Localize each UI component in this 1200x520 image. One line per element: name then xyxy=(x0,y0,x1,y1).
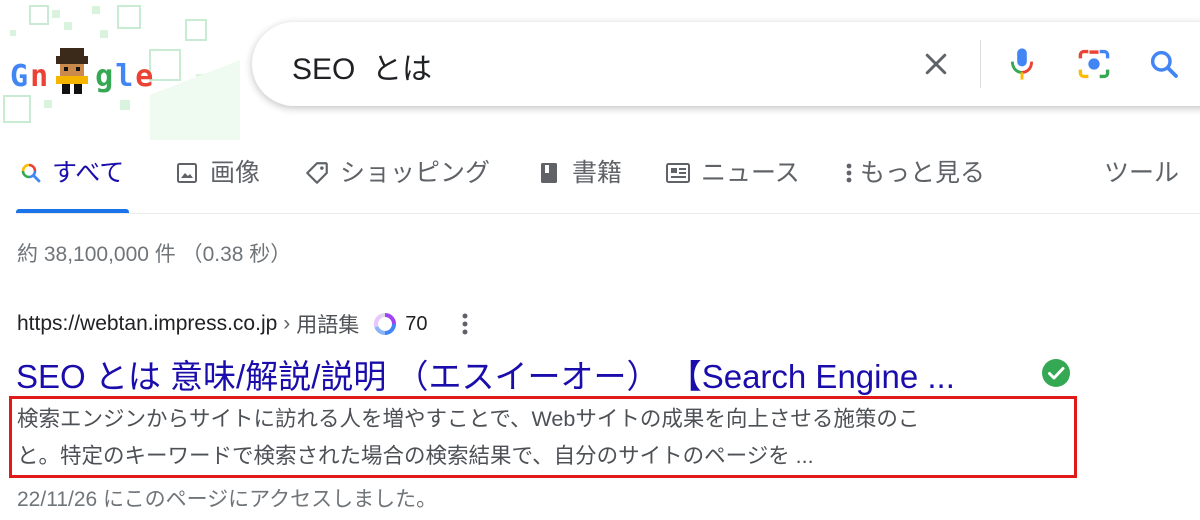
doodle-character-icon xyxy=(56,48,89,94)
google-lens-icon[interactable] xyxy=(1076,46,1112,82)
tab-label: ニュース xyxy=(701,159,800,187)
tab-label: すべて xyxy=(52,159,125,187)
tab-more[interactable]: もっと見る xyxy=(842,150,985,214)
result-cite[interactable]: https://webtan.impress.co.jp › 用語集 70 xyxy=(17,309,474,339)
tab-label: ツール xyxy=(1104,159,1180,187)
logo-letter-g2: g xyxy=(95,59,115,94)
tab-label: ショッピング xyxy=(340,159,491,187)
logo-letter-l: l xyxy=(115,59,135,94)
tab-tools[interactable]: ツール xyxy=(1104,150,1179,214)
logo-letter-g: G xyxy=(10,59,30,94)
snippet-line: と。特定のキーワードで検索された場合の検索結果で、自分のサイトのページを ... xyxy=(17,444,814,468)
search-icon[interactable] xyxy=(1146,46,1182,82)
news-icon xyxy=(663,158,693,188)
visited-date: 22/11/26 にこのページにアクセスしました。 xyxy=(17,488,438,511)
doodle-wordmark: G n g l e xyxy=(10,48,154,94)
search-tabs: すべて 画像 ショッピング 書籍 ニュース もっと見る ツール xyxy=(0,150,1200,214)
result-title-link[interactable]: SEO とは 意味/解説/説明 （エスイーオー） 【Search Engine … xyxy=(16,350,955,398)
search-box[interactable]: SEO とは xyxy=(252,22,1200,106)
result-snippet: 検索エンジンからサイトに訪れる人を増やすことで、Webサイトの成果を向上させる施… xyxy=(17,401,1077,475)
google-doodle-logo[interactable]: G n g l e xyxy=(0,0,240,140)
verified-check-icon xyxy=(1042,359,1070,387)
tab-images[interactable]: 画像 xyxy=(172,150,260,214)
header: G n g l e SEO とは xyxy=(0,0,1200,140)
more-options-icon[interactable] xyxy=(456,310,474,338)
image-icon xyxy=(172,158,202,188)
more-vert-icon xyxy=(842,158,856,188)
tab-label: 書籍 xyxy=(572,159,623,187)
result-stats: 約 38,100,000 件 （0.38 秒） xyxy=(17,243,292,266)
logo-letter-e: e xyxy=(135,59,155,94)
tab-news[interactable]: ニュース xyxy=(663,150,800,214)
book-icon xyxy=(534,158,564,188)
logo-letter-n: n xyxy=(30,59,50,94)
breadcrumb: 用語集 xyxy=(296,314,360,337)
search-input[interactable]: SEO とは xyxy=(292,44,432,88)
tab-all[interactable]: すべて xyxy=(16,150,124,214)
breadcrumb-separator: › xyxy=(283,312,291,335)
mic-icon[interactable] xyxy=(1004,46,1040,82)
tag-icon xyxy=(302,158,332,188)
score-ring-icon xyxy=(374,313,397,336)
tab-label: もっと見る xyxy=(860,159,986,187)
tabs-divider xyxy=(16,213,1200,214)
search-divider xyxy=(980,40,981,88)
snippet-line: 検索エンジンからサイトに訪れる人を増やすことで、Webサイトの成果を向上させる施… xyxy=(17,407,920,431)
tab-label: 画像 xyxy=(210,159,261,187)
tab-books[interactable]: 書籍 xyxy=(534,150,622,214)
clear-icon[interactable] xyxy=(918,46,954,82)
search-icon xyxy=(16,158,46,188)
tab-shopping[interactable]: ショッピング xyxy=(302,150,490,214)
score-value: 70 xyxy=(405,312,428,335)
result-url: https://webtan.impress.co.jp xyxy=(17,312,278,335)
